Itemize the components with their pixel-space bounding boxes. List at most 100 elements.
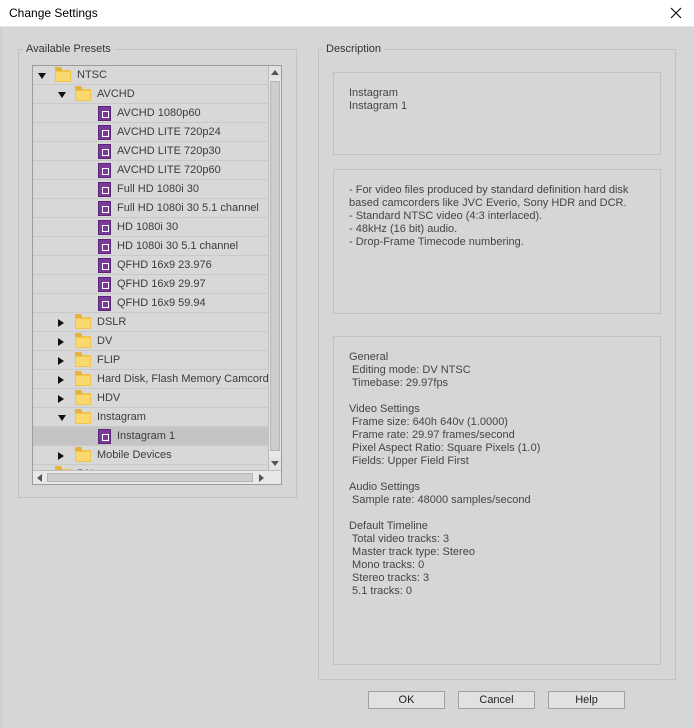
tree-item-label: HDV [97,392,121,404]
tree-preset-row[interactable]: HD 1080i 30 [33,218,268,237]
tree-item-label: NTSC [77,69,107,81]
preset-file-icon [98,220,111,235]
vertical-scroll-thumb[interactable] [270,81,280,451]
tree-preset-row[interactable]: AVCHD LITE 720p30 [33,142,268,161]
tree-item-label: Hard Disk, Flash Memory Camcorders [97,373,268,385]
chevron-left-icon [37,473,42,482]
tree-item-label: HD 1080i 30 [117,221,179,233]
expanded-arrow-icon[interactable] [58,92,66,98]
detail-line: 5.1 tracks: 0 [349,585,412,597]
folder-icon [75,333,91,348]
detail-line: Pixel Aspect Ratio: Square Pixels (1.0) [349,442,541,454]
available-presets-legend: Available Presets [26,43,111,55]
collapsed-arrow-icon[interactable] [58,338,64,346]
collapsed-arrow-icon[interactable] [58,357,64,365]
tree-preset-row[interactable]: AVCHD LITE 720p24 [33,123,268,142]
scroll-down-button[interactable] [269,457,281,470]
tree-preset-row[interactable]: Full HD 1080i 30 5.1 channel [33,199,268,218]
tree-preset-row[interactable]: AVCHD LITE 720p60 [33,161,268,180]
preset-category-text: Instagram [349,87,398,99]
folder-icon [75,447,91,462]
tree-vertical-scrollbar[interactable] [268,66,281,470]
folder-icon [75,86,91,101]
close-button[interactable] [664,1,688,25]
detail-line: Frame size: 640h 640v (1.0000) [349,416,508,428]
detail-line: Stereo tracks: 3 [349,572,430,584]
tree-item-label: AVCHD [97,88,135,100]
preset-file-icon [98,182,111,197]
chevron-up-icon [271,70,279,75]
tree-folder-row[interactable]: FLIP [33,351,268,370]
tree-folder-row[interactable]: AVCHD [33,85,268,104]
tree-item-label: HD 1080i 30 5.1 channel [117,240,239,252]
expanded-arrow-icon[interactable] [58,415,66,421]
preset-name-text: Instagram 1 [349,100,408,112]
tree-preset-row[interactable]: QFHD 16x9 59.94 [33,294,268,313]
collapsed-arrow-icon[interactable] [58,319,64,327]
tree-folder-row[interactable]: DSLR [33,313,268,332]
close-icon [670,7,682,19]
folder-icon [75,352,91,367]
expanded-arrow-icon[interactable] [38,73,46,79]
scroll-up-button[interactable] [269,66,281,79]
preset-details-panel: General Editing mode: DV NTSC Timebase: … [333,336,661,665]
collapsed-arrow-icon[interactable] [58,376,64,384]
horizontal-scroll-thumb[interactable] [47,473,253,482]
collapsed-arrow-icon[interactable] [58,395,64,403]
preset-file-icon [98,106,111,121]
preset-summary-panel: - For video files produced by standard d… [333,169,661,314]
tree-item-label: Instagram [97,411,146,423]
detail-line: Timebase: 29.97fps [349,377,449,389]
scroll-left-button[interactable] [33,471,46,484]
tree-preset-row[interactable]: QFHD 16x9 29.97 [33,275,268,294]
tree-item-label: Full HD 1080i 30 [117,183,199,195]
tree-preset-row[interactable]: Instagram 1 [33,427,268,446]
preset-file-icon [98,163,111,178]
default-timeline-heading: Default Timeline [349,520,428,532]
tree-horizontal-scrollbar[interactable] [33,470,281,484]
tree-folder-row[interactable]: Instagram [33,408,268,427]
tree-rows: NTSC AVCHD AVCHD 1080p60 AVCHD LITE 720p24 A… [33,66,268,470]
tree-item-label: FLIP [97,354,121,366]
tree-folder-row[interactable]: Hard Disk, Flash Memory Camcorders [33,370,268,389]
preset-file-icon [98,296,111,311]
tree-folder-row[interactable]: HDV [33,389,268,408]
tree-folder-row[interactable]: NTSC [33,66,268,85]
preset-file-icon [98,201,111,216]
summary-line: based camcorders like JVC Everio, Sony H… [349,197,627,209]
help-button[interactable]: Help [548,691,625,709]
tree-item-label: DSLR [97,316,127,328]
tree-folder-row[interactable]: Mobile Devices [33,446,268,465]
tree-item-label: AVCHD LITE 720p24 [117,126,221,138]
ok-button[interactable]: OK [368,691,445,709]
tree-preset-row[interactable]: QFHD 16x9 23.976 [33,256,268,275]
tree-item-label: Full HD 1080i 30 5.1 channel [117,202,259,214]
cancel-button[interactable]: Cancel [458,691,535,709]
tree-preset-row[interactable]: Full HD 1080i 30 [33,180,268,199]
tree-item-label: AVCHD 1080p60 [117,107,201,119]
summary-line: - Standard NTSC video (4:3 interlaced). [349,210,543,222]
detail-line: Fields: Upper Field First [349,455,469,467]
tree-item-label: DV [97,335,113,347]
preset-file-icon [98,429,111,444]
chevron-down-icon [271,461,279,466]
tree-item-label: QFHD 16x9 29.97 [117,278,206,290]
tree-preset-row[interactable]: AVCHD 1080p60 [33,104,268,123]
collapsed-arrow-icon[interactable] [58,452,64,460]
window-title: Change Settings [9,6,98,20]
preset-file-icon [98,125,111,140]
preset-file-icon [98,144,111,159]
scroll-right-button[interactable] [255,471,268,484]
detail-line: Master track type: Stereo [349,546,475,558]
description-legend: Description [326,43,382,55]
tree-preset-row[interactable]: HD 1080i 30 5.1 channel [33,237,268,256]
folder-icon [75,371,91,386]
tree-item-label: Mobile Devices [97,449,172,461]
preset-name-panel: Instagram Instagram 1 [333,72,661,155]
summary-line: - 48kHz (16 bit) audio. [349,223,458,235]
presets-tree[interactable]: NTSC AVCHD AVCHD 1080p60 AVCHD LITE 720p24 A… [32,65,282,485]
preset-file-icon [98,258,111,273]
tree-item-label: Instagram 1 [117,430,176,442]
tree-item-label: QFHD 16x9 59.94 [117,297,206,309]
tree-folder-row[interactable]: DV [33,332,268,351]
